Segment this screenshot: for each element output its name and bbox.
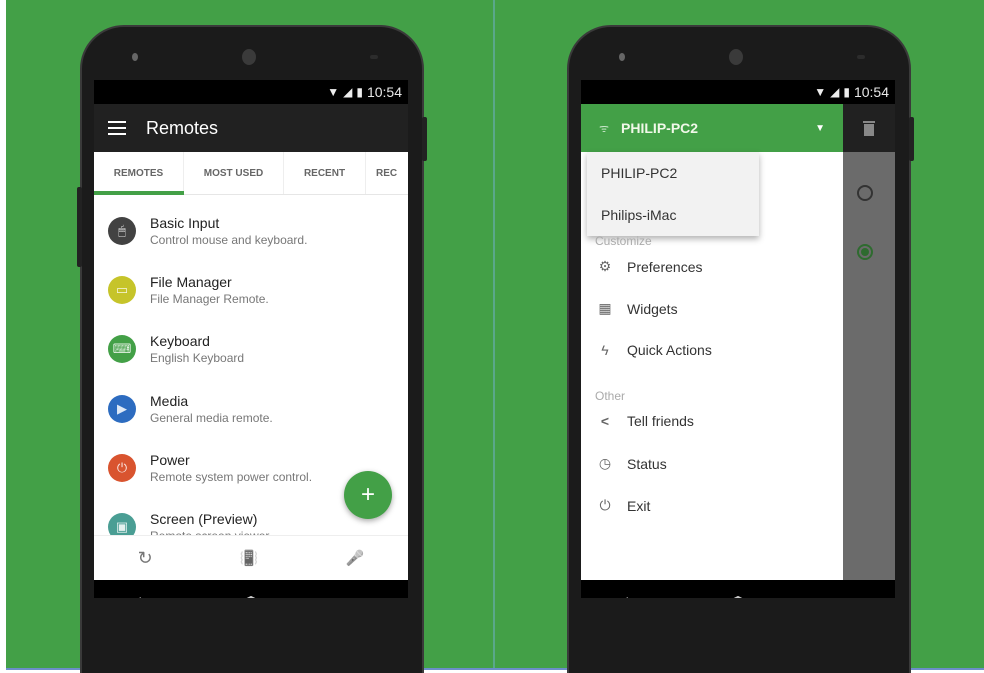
mouse-icon: 🖱 [108, 216, 136, 245]
battery-icon: ▮ [356, 85, 363, 99]
menu-item-widgets[interactable]: ▦ Widgets [597, 300, 678, 317]
back-icon[interactable] [131, 596, 161, 598]
remote-item-keyboard[interactable]: ⌨ Keyboard English Keyboard [94, 320, 408, 379]
tab-bar: REMOTES MOST USED RECENT REC [94, 152, 408, 195]
status-bar: ▼ ◢ ▮ 10:54 [94, 80, 408, 104]
menu-item-label: Preferences [627, 258, 703, 275]
delete-button[interactable] [843, 104, 895, 152]
page-title: Remotes [146, 117, 219, 138]
bottom-action-bar: ↻ 📳 🎤 [94, 535, 408, 580]
back-icon[interactable] [618, 596, 648, 598]
volume-button [77, 187, 82, 267]
menu-item-quick-actions[interactable]: ϟ Quick Actions [597, 342, 712, 358]
tab-recent[interactable]: RECENT [284, 152, 366, 194]
menu-item-status[interactable]: ◷ Status [597, 455, 667, 472]
sensor [370, 55, 378, 59]
menu-item-tell-friends[interactable]: < Tell friends [597, 413, 694, 429]
remote-title: Screen (Preview) [150, 511, 258, 528]
app-bar: Remotes [94, 104, 408, 152]
battery-icon: ▮ [843, 85, 850, 99]
status-bar: ▼ ◢ ▮ 10:54 [581, 80, 895, 104]
tab-remotes[interactable]: REMOTES [94, 152, 184, 194]
section-header-other: Other [595, 389, 626, 403]
tab-overflow[interactable]: REC [366, 152, 408, 194]
tab-most-used[interactable]: MOST USED [184, 152, 284, 194]
server-option[interactable]: PHILIP-PC2 [587, 152, 759, 194]
menu-item-label: Exit [627, 497, 651, 514]
wifi-icon: ▼ [814, 85, 827, 99]
dropdown-arrow-icon: ▼ [815, 122, 825, 134]
remote-item-media[interactable]: ▶ Media General media remote. [94, 379, 408, 438]
clock: 10:54 [853, 84, 889, 100]
remote-item-basic-input[interactable]: 🖱 Basic Input Control mouse and keyboard. [94, 201, 408, 260]
remote-title: Keyboard [150, 333, 210, 350]
server-dropdown: PHILIP-PC2 Philips-iMac [587, 152, 759, 236]
remote-subtitle: Remote system power control. [150, 469, 313, 484]
refresh-icon[interactable]: ↻ [138, 548, 153, 569]
remote-subtitle: English Keyboard [150, 351, 245, 366]
selected-server: PHILIP-PC2 [621, 120, 699, 136]
clock-icon: ◷ [598, 455, 612, 471]
front-camera [132, 53, 138, 61]
menu-icon[interactable] [108, 121, 126, 135]
home-icon[interactable] [235, 596, 267, 598]
remote-title: File Manager [150, 273, 232, 290]
grid-icon: ▦ [598, 300, 612, 316]
keyboard-icon: ⌨ [108, 335, 136, 364]
media-icon: ▶ [108, 394, 136, 423]
recents-icon[interactable] [828, 596, 858, 598]
phone-right: ▼ ◢ ▮ 10:54 ᯤ PHILIP-PC2 ▼ PHILIP-PC2 Ph… [567, 25, 914, 673]
folder-icon: ▭ [108, 275, 136, 304]
phone-left: ▼ ◢ ▮ 10:54 Remotes REMOTES MOST USED RE… [77, 25, 427, 673]
gear-icon: ⚙ [598, 258, 612, 274]
menu-item-preferences[interactable]: ⚙ Preferences [597, 258, 703, 275]
signal-icon: ◢ [343, 85, 353, 99]
system-nav-bar [581, 580, 895, 598]
section-header-customize: Customize [595, 234, 652, 248]
remote-title: Media [150, 392, 189, 409]
earpiece [242, 49, 256, 65]
signal-icon: ◢ [830, 85, 840, 99]
remote-subtitle: Control mouse and keyboard. [150, 232, 308, 247]
server-selector[interactable]: ᯤ PHILIP-PC2 ▼ [581, 104, 843, 152]
remote-subtitle: File Manager Remote. [150, 291, 269, 306]
mic-icon[interactable]: 🎤 [346, 549, 365, 567]
remote-subtitle: General media remote. [150, 410, 273, 425]
remote-title: Power [150, 451, 190, 468]
clock: 10:54 [366, 84, 402, 100]
lightning-icon: ϟ [601, 342, 609, 358]
radio-server-1[interactable] [857, 185, 873, 201]
menu-item-label: Quick Actions [627, 342, 712, 358]
menu-item-exit[interactable]: ⏻ Exit [597, 497, 650, 514]
earpiece [729, 49, 743, 65]
power-button [909, 117, 914, 161]
vibrate-icon[interactable]: 📳 [240, 549, 259, 567]
tab-indicator [94, 191, 184, 195]
drawer-scrim[interactable] [843, 104, 895, 580]
navigation-drawer: ᯤ PHILIP-PC2 ▼ PHILIP-PC2 Philips-iMac C… [581, 104, 843, 580]
server-option[interactable]: Philips-iMac [587, 194, 759, 236]
remote-item-file-manager[interactable]: ▭ File Manager File Manager Remote. [94, 260, 408, 319]
add-remote-button[interactable]: + [344, 471, 392, 519]
remote-title: Basic Input [150, 214, 220, 231]
screen-drawer: ▼ ◢ ▮ 10:54 ᯤ PHILIP-PC2 ▼ PHILIP-PC2 Ph… [581, 80, 895, 598]
home-icon[interactable] [722, 596, 754, 598]
sensor [857, 55, 865, 59]
screen-remotes: ▼ ◢ ▮ 10:54 Remotes REMOTES MOST USED RE… [94, 80, 408, 598]
system-nav-bar [94, 580, 408, 598]
front-camera [619, 53, 625, 61]
wifi-icon: ▼ [327, 85, 340, 99]
recents-icon[interactable] [341, 596, 371, 598]
power-icon: ⏻ [599, 497, 611, 513]
radio-server-2[interactable] [857, 244, 873, 260]
trash-icon [863, 121, 875, 136]
power-button [422, 117, 427, 161]
wifi-icon: ᯤ [599, 122, 610, 135]
menu-item-label: Tell friends [627, 413, 694, 429]
menu-item-label: Widgets [627, 300, 678, 317]
power-icon: ⏻ [108, 453, 136, 482]
share-icon: < [600, 413, 610, 429]
menu-item-label: Status [627, 455, 667, 472]
